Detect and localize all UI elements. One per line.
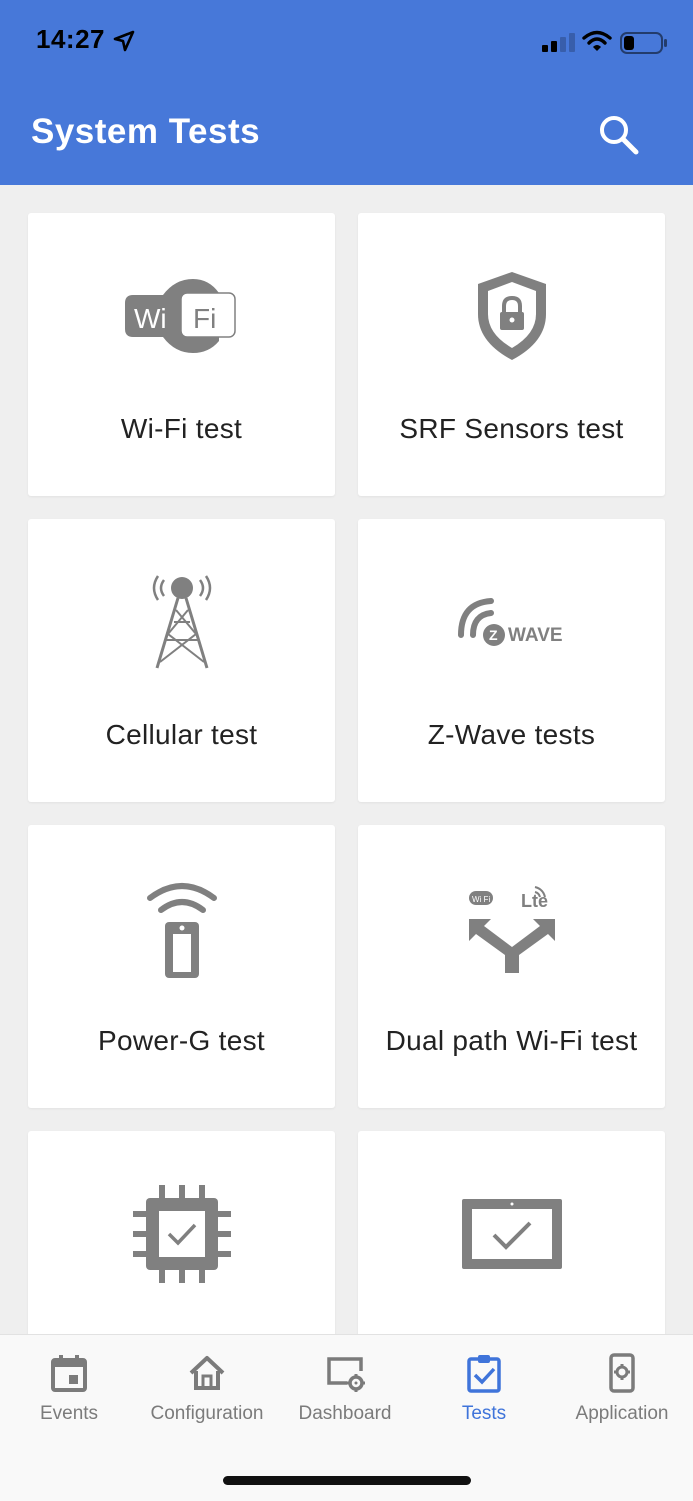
dual-path-icon: Wi Fi Lte xyxy=(468,886,555,973)
shield-lock-icon xyxy=(477,272,546,360)
test-label: Dual path Wi-Fi test xyxy=(385,1025,638,1056)
home-indicator xyxy=(223,1476,471,1485)
phone-gear-icon xyxy=(609,1353,635,1393)
battery-icon xyxy=(620,32,667,54)
dashboard-gear-icon xyxy=(327,1357,365,1392)
tab-application[interactable]: Application xyxy=(553,1353,691,1425)
svg-text:Z: Z xyxy=(489,627,498,643)
search-icon[interactable] xyxy=(596,112,642,158)
app-header: 14:27 System Tests xyxy=(0,0,693,185)
test-label: SRF Sensors test xyxy=(399,413,624,444)
wifi-logo-icon: Wi Fi xyxy=(124,279,236,353)
tab-label: Application xyxy=(575,1403,669,1424)
test-label: Power-G test xyxy=(98,1025,265,1056)
status-time: 14:27 xyxy=(36,24,105,54)
zwave-tests-card[interactable]: Z WAVE Z-Wave tests xyxy=(358,519,665,802)
wifi-test-card[interactable]: Wi Fi Wi-Fi test xyxy=(28,213,335,496)
tab-label: Tests xyxy=(461,1403,507,1424)
svg-text:Fi: Fi xyxy=(193,303,216,334)
home-icon xyxy=(189,1356,225,1390)
test-label: Cellular test xyxy=(105,719,258,750)
tab-configuration[interactable]: Configuration xyxy=(138,1353,276,1425)
cellular-signal-icon xyxy=(542,33,575,52)
tab-label: Dashboard xyxy=(298,1403,392,1424)
location-arrow-icon xyxy=(113,30,135,52)
dual-path-wifi-test-card[interactable]: Wi Fi Lte Dual path Wi-Fi test xyxy=(358,825,665,1108)
power-g-test-card[interactable]: Power-G test xyxy=(28,825,335,1108)
srf-sensors-test-card[interactable]: SRF Sensors test xyxy=(358,213,665,496)
svg-text:WAVE: WAVE xyxy=(508,625,563,646)
remote-signal-icon xyxy=(146,883,217,978)
tab-tests[interactable]: Tests xyxy=(415,1353,553,1425)
tab-label: Configuration xyxy=(150,1403,264,1424)
clipboard-check-icon xyxy=(467,1355,501,1393)
tab-label: Events xyxy=(39,1403,99,1424)
zwave-logo-icon: Z WAVE xyxy=(457,598,563,646)
cellular-test-card[interactable]: Cellular test xyxy=(28,519,335,802)
cell-tower-icon xyxy=(152,575,211,669)
test-label: Z-Wave tests xyxy=(427,719,596,750)
test-label: Wi-Fi test xyxy=(120,413,243,444)
tab-dashboard[interactable]: Dashboard xyxy=(276,1353,414,1425)
display-check-icon xyxy=(461,1199,562,1269)
chip-check-icon xyxy=(132,1185,231,1283)
svg-text:Wi Fi: Wi Fi xyxy=(472,895,490,904)
page-title: System Tests xyxy=(31,112,261,151)
svg-text:Wi: Wi xyxy=(134,303,167,334)
wifi-status-icon xyxy=(582,30,612,51)
calendar-icon xyxy=(51,1355,87,1392)
tab-events[interactable]: Events xyxy=(0,1353,138,1425)
